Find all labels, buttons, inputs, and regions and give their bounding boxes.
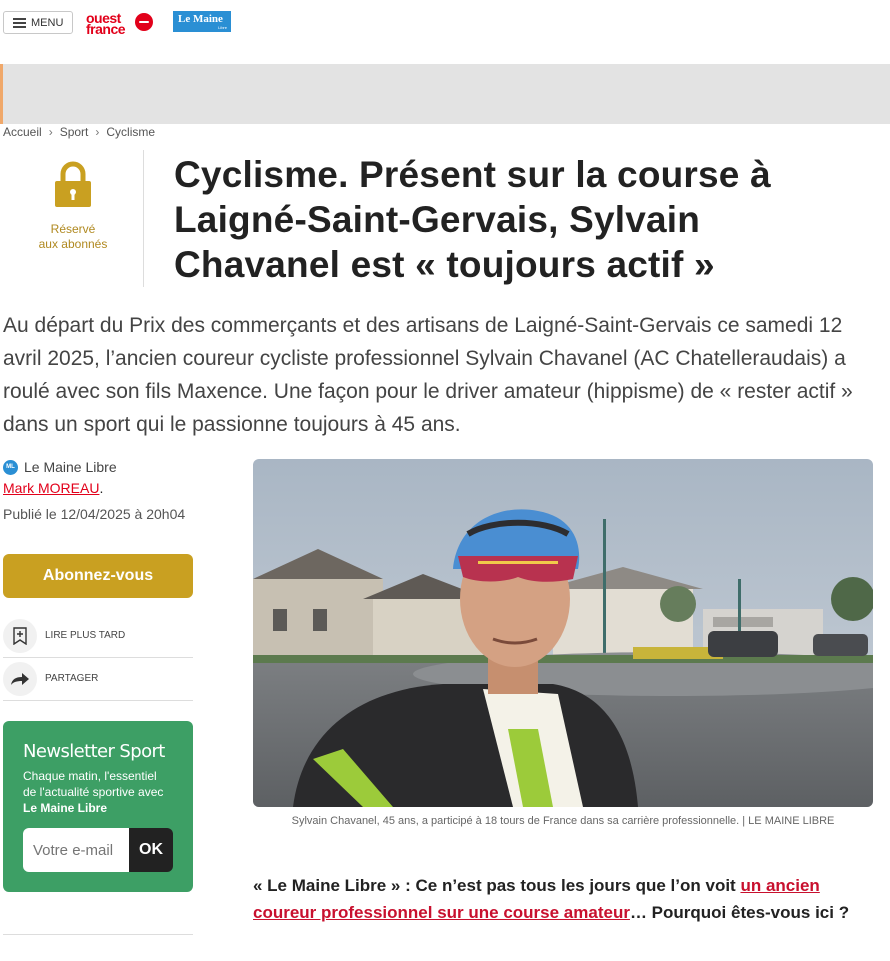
breadcrumb-item-sport[interactable]: Sport (60, 125, 89, 139)
author-link[interactable]: Mark MOREAU (3, 480, 99, 496)
newsletter-submit-button[interactable]: OK (129, 828, 173, 872)
article-lead: Au départ du Prix des commerçants et des… (3, 314, 853, 436)
top-bar: MENU ouest france Le Maine Libre (0, 0, 890, 64)
newsletter-description: Chaque matin, l'essentiel de l'actualité… (23, 769, 164, 815)
share-button[interactable]: PARTAGER (3, 657, 193, 701)
breadcrumb-item-accueil[interactable]: Accueil (3, 125, 42, 139)
le-maine-libre-badge-icon: ML (3, 459, 18, 475)
breadcrumb-item-cyclisme[interactable]: Cyclisme (106, 125, 155, 139)
newsletter-title: Newsletter Sport (23, 741, 165, 762)
ouest-france-logo[interactable]: ouest france (86, 10, 156, 36)
newsletter-form: OK (23, 828, 173, 872)
bookmark-add-icon (3, 618, 37, 653)
article-source: ML Le Maine Libre (3, 459, 117, 475)
menu-label: MENU (31, 16, 64, 29)
ad-banner (0, 64, 890, 124)
subscriber-badge: Réservé aux abonnés (3, 150, 144, 287)
article-title: Cyclisme. Présent sur la course à Laigné… (174, 154, 771, 285)
breadcrumb: Accueil › Sport › Cyclisme (3, 125, 155, 139)
photo-caption: Sylvain Chavanel, 45 ans, a participé à … (291, 815, 835, 827)
publish-date: Publié le 12/04/2025 à 20h04 (3, 506, 186, 522)
read-later-button[interactable]: LIRE PLUS TARD (3, 614, 193, 658)
share-label: PARTAGER (45, 673, 99, 684)
newsletter-email-input[interactable] (23, 828, 129, 872)
badge-label-line2: aux abonnés (38, 237, 108, 251)
article-question: « Le Maine Libre » : Ce n’est pas tous l… (253, 876, 850, 922)
share-arrow-icon (3, 661, 37, 696)
article-author: Mark MOREAU. (3, 480, 104, 496)
sidebar-divider (3, 934, 193, 935)
le-maine-libre-logo[interactable]: Le Maine Libre (173, 11, 231, 32)
lock-icon (55, 161, 91, 207)
ouest-france-logo-mark (135, 13, 153, 31)
subscribe-button[interactable]: Abonnez-vous (3, 554, 193, 598)
badge-label-line1: Réservé (50, 222, 96, 236)
breadcrumb-separator-icon: › (48, 125, 53, 139)
hamburger-icon (13, 18, 26, 28)
read-later-label: LIRE PLUS TARD (45, 630, 126, 641)
cyclist-photo-image (253, 459, 873, 807)
newsletter-box: Newsletter Sport Chaque matin, l'essenti… (3, 721, 193, 892)
menu-button[interactable]: MENU (3, 11, 73, 34)
source-name: Le Maine Libre (24, 459, 117, 475)
article-photo[interactable] (253, 459, 873, 807)
breadcrumb-separator-icon: › (95, 125, 100, 139)
